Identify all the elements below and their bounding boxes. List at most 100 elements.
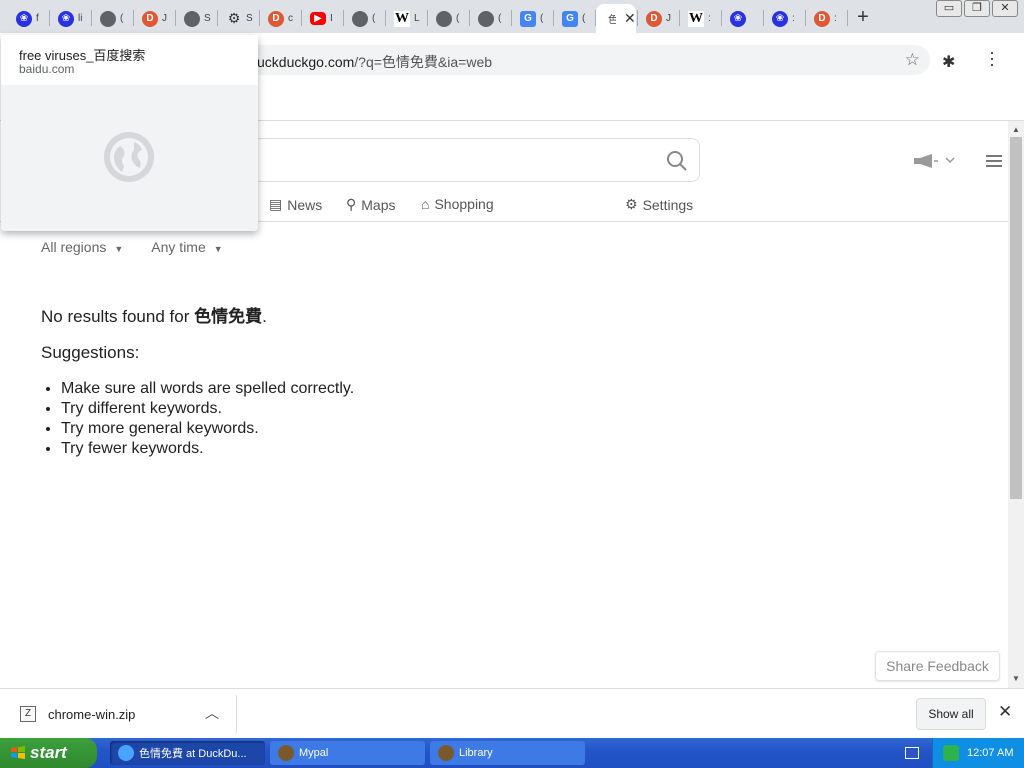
tab-title: ( [582,13,586,24]
browser-tab[interactable]: G( [512,4,550,33]
browser-tab[interactable]: ( [92,4,130,33]
download-separator [236,695,237,733]
browser-tab[interactable]: 色 ✕ [596,4,636,33]
taskbar-item-label: Mypal [299,747,329,759]
tab-title: S [204,13,211,24]
keyboard-icon[interactable] [905,747,919,759]
duckduckgo-icon: D [814,10,830,27]
caret-down-icon: ▼ [213,244,223,254]
tab-title: ( [540,13,544,24]
no-results-suffix: . [262,307,267,326]
google-translate-icon: G [520,10,536,27]
newspaper-icon: ▤ [269,196,283,212]
browser-tab[interactable]: Dc [260,4,298,33]
network-icon[interactable] [943,745,959,761]
browser-tab[interactable]: ❀ li [50,4,88,33]
megaphone-icon[interactable] [912,154,956,168]
browser-tab[interactable]: S [176,4,214,33]
taskbar-item-library[interactable]: Library [430,741,585,765]
bookmark-star-icon[interactable]: ☆ [905,50,920,70]
no-results-prefix: No results found for [41,307,195,326]
tab-settings[interactable]: ⚙ Settings [625,196,693,213]
tab-shopping[interactable]: ⌂ Shopping [421,196,494,212]
globe-icon [100,10,116,27]
tab-title: ( [456,13,460,24]
page-scrollbar[interactable]: ▲ ▼ [1008,121,1024,688]
tab-title: J [666,13,671,24]
window-close-icon[interactable]: ✕ [992,0,1018,17]
tab-news-label: News [287,196,323,213]
address-bar[interactable]: uckduckgo.com/?q=色情免費&ia=web ☆ [180,45,930,75]
new-tab-plus-icon[interactable]: + [852,6,874,28]
extensions-puzzle-icon[interactable]: ✱ [942,52,955,72]
clock: 12:07 AM [967,747,1014,759]
tab-title: li [78,13,83,24]
suggestion-item: Try different keywords. [61,399,354,419]
tab-title: : [792,13,795,24]
mypal-icon [278,745,294,761]
time-filter[interactable]: Any time ▼ [151,239,222,255]
globe-icon [184,10,200,27]
start-button[interactable]: start [0,738,97,768]
tab-title: c [288,13,293,24]
tab-title: ( [120,13,124,24]
browser-tab[interactable]: ( [428,4,466,33]
browser-tab[interactable]: ▶ I [302,4,340,33]
search-icon[interactable] [666,150,688,172]
search-input[interactable] [200,138,700,182]
globe-icon [104,132,154,182]
globe-icon [436,10,452,27]
region-filter[interactable]: All regions ▼ [41,239,123,255]
browser-tab[interactable]: ⚙ S [218,4,256,33]
scroll-thumb[interactable] [1010,137,1022,499]
tab-close-icon[interactable]: ✕ [624,10,636,27]
tab-news[interactable]: ▤ News [269,196,322,213]
browser-tab[interactable]: WL [386,4,424,33]
globe-icon [352,10,368,27]
tab-strip: ❀ f ❀ li(D J S ⚙ S Dc ▶ I(W L((G(G(色 ✕ D J W: ❀ ❀: D: + ▭ ❐ ✕ [0,0,1024,33]
system-tray: 12:07 AM [932,738,1024,768]
tab-settings-label: Settings [642,196,694,213]
restore-icon[interactable]: ❐ [964,0,990,17]
screen: ❀ f ❀ li(D J S ⚙ S Dc ▶ I(W L((G(G(色 ✕ D J W: ❀ ❀: D: + ▭ ❐ ✕ … [0,0,1024,768]
share-feedback-button[interactable]: Share Feedback [875,651,1000,681]
region-filter-label: All regions [41,239,107,255]
url-text[interactable]: uckduckgo.com/?q=色情免費&ia=web [257,52,492,72]
taskbar-item-duckduckgo[interactable]: 色情免費 at DuckDu... [110,741,265,765]
minimize-icon[interactable]: ▭ [936,0,962,17]
chevron-up-icon[interactable]: ︿ [205,703,219,723]
suggestion-item: Make sure all words are spelled correctl… [61,379,354,399]
suggestions-heading: Suggestions: [41,343,140,362]
tab-title: ( [372,13,376,24]
browser-tab[interactable]: W: [680,4,718,33]
browser-tab[interactable]: DJ [134,4,172,33]
tab-maps[interactable]: ⚲ Maps [346,196,396,213]
window-controls: ▭ ❐ ✕ [936,0,1018,17]
suggestion-item: Try fewer keywords. [61,439,354,459]
browser-tab[interactable]: D: [806,4,844,33]
taskbar-item-label: Library [459,747,493,759]
browser-tab[interactable]: ( [470,4,508,33]
duckduckgo-icon: D [142,10,158,27]
show-all-button[interactable]: Show all [916,698,986,730]
browser-tab[interactable]: DJ [638,4,676,33]
tab-title: f [36,13,39,24]
hamburger-menu-icon[interactable] [986,155,1002,167]
chrome-menu-icon[interactable]: · · · [988,43,996,73]
close-icon[interactable]: ✕ [998,702,1012,722]
caret-down-icon: ▼ [114,244,124,254]
browser-tab[interactable]: G( [554,4,592,33]
scroll-down-arrow-icon[interactable]: ▼ [1008,672,1024,686]
browser-tab[interactable]: ( [344,4,382,33]
browser-tab[interactable]: ❀: [764,4,802,33]
baidu-paw-icon: ❀ [58,10,74,27]
taskbar-item-mypal[interactable]: Mypal [270,741,425,765]
globe-icon [478,10,494,27]
baidu-paw-icon: ❀ [16,10,32,27]
browser-tab[interactable]: ❀ f [8,4,46,33]
browser-tab[interactable]: ❀ [722,4,760,33]
chrome-icon [118,745,134,761]
search-filters: All regions ▼ Any time ▼ [41,239,223,255]
download-filename[interactable]: chrome-win.zip [48,707,135,722]
scroll-up-arrow-icon[interactable]: ▲ [1008,123,1024,137]
